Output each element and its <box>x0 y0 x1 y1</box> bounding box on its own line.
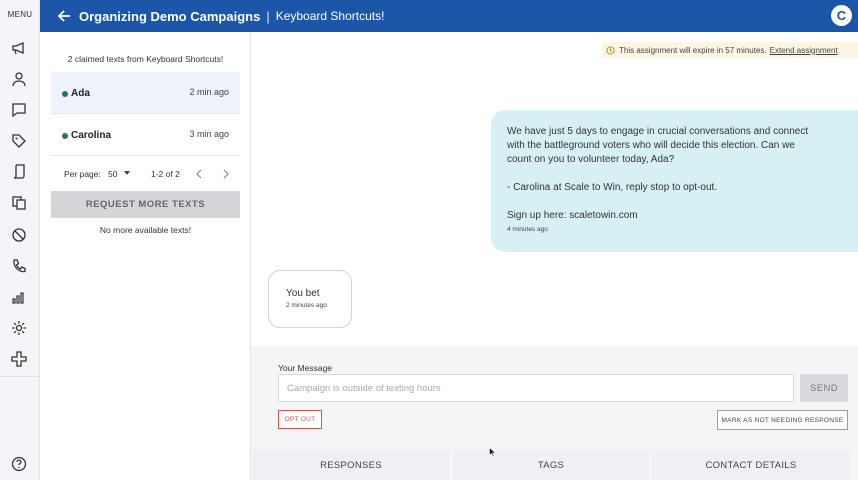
per-page-select[interactable]: 50 <box>108 169 117 179</box>
message-line: We have just 5 days to engage in crucial… <box>507 126 809 137</box>
block-icon[interactable] <box>10 226 28 244</box>
gear-icon[interactable] <box>10 319 28 337</box>
conversation-item[interactable]: Carolina 3 min ago <box>51 114 240 156</box>
help-icon[interactable] <box>10 455 28 473</box>
plus-icon[interactable] <box>10 350 28 368</box>
bottom-tabs: RESPONSES TAGS CONTACT DETAILS <box>251 448 858 480</box>
message-thread: This assignment will expire in 57 minute… <box>251 32 858 346</box>
conversation-time: 3 min ago <box>189 129 229 139</box>
copy-icon[interactable] <box>10 194 28 212</box>
campaign-subtitle: Keyboard Shortcuts! <box>275 9 385 23</box>
user-avatar[interactable]: C <box>831 5 852 26</box>
title-separator: | <box>266 8 270 24</box>
mouse-cursor-icon <box>489 447 497 457</box>
per-page-label: Per page: <box>64 169 101 179</box>
message-input[interactable] <box>278 374 794 402</box>
icon-rail: MENU <box>0 0 40 480</box>
conversation-list-panel: 2 claimed texts from Keyboard Shortcuts!… <box>40 32 251 480</box>
request-more-texts-button[interactable]: REQUEST MORE TEXTS <box>51 191 240 218</box>
expiration-text: This assignment will expire in 57 minute… <box>619 45 767 55</box>
rail-divider <box>0 376 40 377</box>
chart-icon[interactable] <box>10 288 28 306</box>
chevron-left-icon[interactable] <box>193 167 205 181</box>
outgoing-message: We have just 5 days to engage in crucial… <box>491 110 858 252</box>
conversation-item[interactable]: Ada 2 min ago <box>51 72 240 114</box>
tab-tags[interactable]: TAGS <box>453 450 649 480</box>
contact-name: Ada <box>71 88 90 99</box>
contact-name: Carolina <box>71 130 112 141</box>
header-bar: Organizing Demo Campaigns | Keyboard Sho… <box>40 0 858 32</box>
mark-not-needing-response-button[interactable]: MARK AS NOT NEEDING RESPONSE <box>717 410 848 430</box>
extend-assignment-link[interactable]: Extend assignment <box>770 46 838 55</box>
phone-icon[interactable] <box>10 257 28 275</box>
caret-down-icon[interactable] <box>124 171 130 175</box>
your-message-label: Your Message <box>278 363 333 373</box>
message-line: Sign up here: scaletowin.com <box>507 210 638 221</box>
clock-icon <box>606 45 615 55</box>
chevron-right-icon[interactable] <box>220 167 232 181</box>
campaign-title[interactable]: Organizing Demo Campaigns <box>79 9 260 24</box>
send-button[interactable]: SEND <box>800 374 848 402</box>
menu-label[interactable]: MENU <box>0 10 40 19</box>
phone-script-icon[interactable] <box>10 163 28 181</box>
message-timestamp: 4 minutes ago <box>507 226 548 233</box>
megaphone-icon[interactable] <box>10 39 28 57</box>
message-composer: Your Message SEND OPT OUT MARK AS NOT NE… <box>251 346 858 448</box>
message-line: with the battleground voters who will de… <box>507 140 795 151</box>
expiration-notice: This assignment will expire in 57 minute… <box>602 42 858 58</box>
back-arrow-icon[interactable] <box>57 8 73 24</box>
tab-responses[interactable]: RESPONSES <box>253 450 449 480</box>
chat-icon[interactable] <box>10 101 28 119</box>
person-icon[interactable] <box>10 70 28 88</box>
no-more-texts-label: No more available texts! <box>99 225 192 235</box>
pagination: Per page: 50 1-2 of 2 <box>51 165 240 185</box>
tab-contact-details[interactable]: CONTACT DETAILS <box>652 450 850 480</box>
message-line: count on you to volunteer today, Ada? <box>507 154 675 165</box>
claimed-texts-label: 2 claimed texts from Keyboard Shortcuts! <box>67 54 224 64</box>
message-text: You bet <box>286 288 320 299</box>
tag-icon[interactable] <box>10 132 28 150</box>
message-line: - Carolina at Scale to Win, reply stop t… <box>507 182 718 193</box>
status-dot-icon <box>62 133 68 139</box>
incoming-message: You bet 2 minutes ago <box>268 270 352 328</box>
conversation-time: 2 min ago <box>189 87 229 97</box>
opt-out-button[interactable]: OPT OUT <box>278 410 322 429</box>
page-range: 1-2 of 2 <box>151 169 180 179</box>
message-timestamp: 2 minutes ago <box>286 302 327 309</box>
status-dot-icon <box>62 91 68 97</box>
